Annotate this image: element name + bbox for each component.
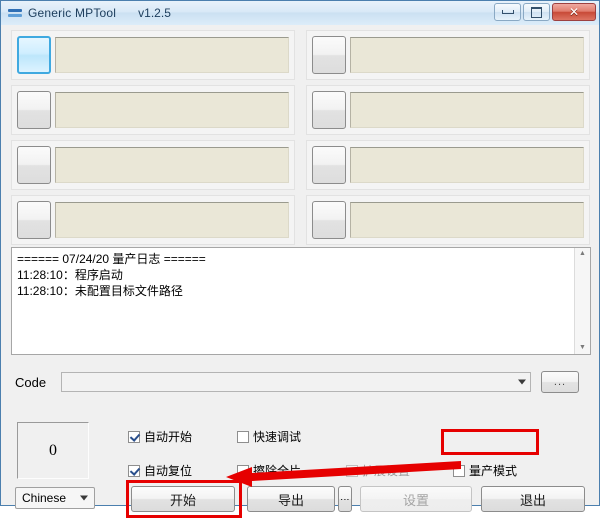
checkbox-box[interactable]: [128, 464, 140, 477]
app-icon: [8, 6, 22, 20]
checkbox-box[interactable]: [128, 430, 140, 443]
checkbox-label: 自动开始: [144, 430, 193, 444]
slot-select-button[interactable]: [312, 91, 346, 129]
slot-row: [11, 140, 591, 190]
slot-select-button[interactable]: [312, 146, 346, 184]
checkbox-auto-start[interactable]: 自动开始: [128, 428, 192, 445]
checkbox-quick-debug[interactable]: 快速调试: [237, 428, 301, 445]
close-button[interactable]: ✕: [552, 3, 596, 21]
chevron-down-icon[interactable]: [518, 379, 526, 385]
scroll-up-icon[interactable]: ▲: [579, 250, 586, 258]
log-scrollbar[interactable]: ▲ ▼: [574, 248, 590, 354]
device-slot-3[interactable]: [11, 140, 295, 190]
slot-status-field: [350, 202, 584, 238]
slot-select-button[interactable]: [17, 36, 51, 74]
counter-value: 0: [49, 441, 57, 459]
device-slot-5[interactable]: [306, 30, 590, 80]
checkbox-box[interactable]: [453, 464, 465, 477]
slot-row: [11, 30, 591, 80]
slot-status-field: [350, 37, 584, 73]
code-combobox[interactable]: [61, 372, 531, 392]
close-icon: ✕: [568, 5, 580, 19]
slot-status-field: [55, 202, 289, 238]
exit-button[interactable]: 退出: [481, 486, 585, 512]
chevron-down-icon[interactable]: [80, 495, 88, 501]
device-slot-grid: [11, 30, 591, 250]
device-slot-2[interactable]: [11, 85, 295, 135]
language-value: Chinese: [22, 491, 67, 505]
checkbox-extended-settings: 扩展设置: [346, 462, 410, 479]
maximize-button[interactable]: [523, 3, 550, 21]
browse-button[interactable]: ...: [541, 371, 579, 393]
device-slot-1[interactable]: [11, 30, 295, 80]
start-button[interactable]: 开始: [131, 486, 235, 512]
checkbox-mass-production-mode[interactable]: 量产模式: [453, 462, 517, 479]
maximize-icon: [531, 6, 542, 18]
device-slot-7[interactable]: [306, 140, 590, 190]
slot-status-field: [55, 37, 289, 73]
checkbox-label: 量产模式: [469, 464, 518, 478]
slot-select-button[interactable]: [17, 91, 51, 129]
code-row: Code ...: [15, 370, 587, 394]
slot-status-field: [55, 147, 289, 183]
settings-button[interactable]: 设置: [360, 486, 472, 512]
minimize-icon: [501, 10, 514, 14]
export-button[interactable]: 导出: [247, 486, 335, 512]
slot-status-field: [350, 147, 584, 183]
counter-panel: 0: [17, 422, 89, 479]
window-controls: ✕: [494, 3, 596, 21]
checkbox-box[interactable]: [237, 430, 249, 443]
log-text: ====== 07/24/20 量产日志 ====== 11:28:10：程序启…: [17, 252, 206, 298]
title-bar: Generic MPTool v1.2.5 ✕: [1, 1, 599, 26]
device-slot-8[interactable]: [306, 195, 590, 245]
code-label: Code: [15, 374, 47, 390]
window-title: Generic MPTool: [28, 6, 117, 20]
slot-row: [11, 195, 591, 245]
slot-select-button[interactable]: [17, 201, 51, 239]
slot-row: [11, 85, 591, 135]
window-version: v1.2.5: [138, 6, 171, 20]
more-options-button[interactable]: ⋮: [338, 486, 352, 512]
checkbox-label: 快速调试: [253, 430, 302, 444]
annotation-box-mass-production: [441, 429, 539, 455]
slot-status-field: [350, 92, 584, 128]
scroll-down-icon[interactable]: ▼: [579, 344, 586, 352]
device-slot-6[interactable]: [306, 85, 590, 135]
checkbox-label: 扩展设置: [362, 464, 411, 478]
checkbox-box[interactable]: [237, 464, 249, 477]
device-slot-4[interactable]: [11, 195, 295, 245]
checkbox-label: 擦除全片: [253, 464, 302, 478]
minimize-button[interactable]: [494, 3, 521, 21]
checkbox-auto-reset[interactable]: 自动复位: [128, 462, 192, 479]
code-input[interactable]: [62, 373, 512, 391]
mptool-window: Generic MPTool v1.2.5 ✕ ====== 07/24/20 …: [0, 0, 600, 518]
checkbox-label: 自动复位: [144, 464, 193, 478]
slot-select-button[interactable]: [312, 201, 346, 239]
slot-select-button[interactable]: [17, 146, 51, 184]
slot-status-field: [55, 92, 289, 128]
slot-select-button[interactable]: [312, 36, 346, 74]
checkbox-box: [346, 464, 358, 477]
client-area: ====== 07/24/20 量产日志 ====== 11:28:10：程序启…: [1, 25, 599, 518]
log-panel: ====== 07/24/20 量产日志 ====== 11:28:10：程序启…: [11, 247, 591, 355]
checkbox-erase-all[interactable]: 擦除全片: [237, 462, 301, 479]
